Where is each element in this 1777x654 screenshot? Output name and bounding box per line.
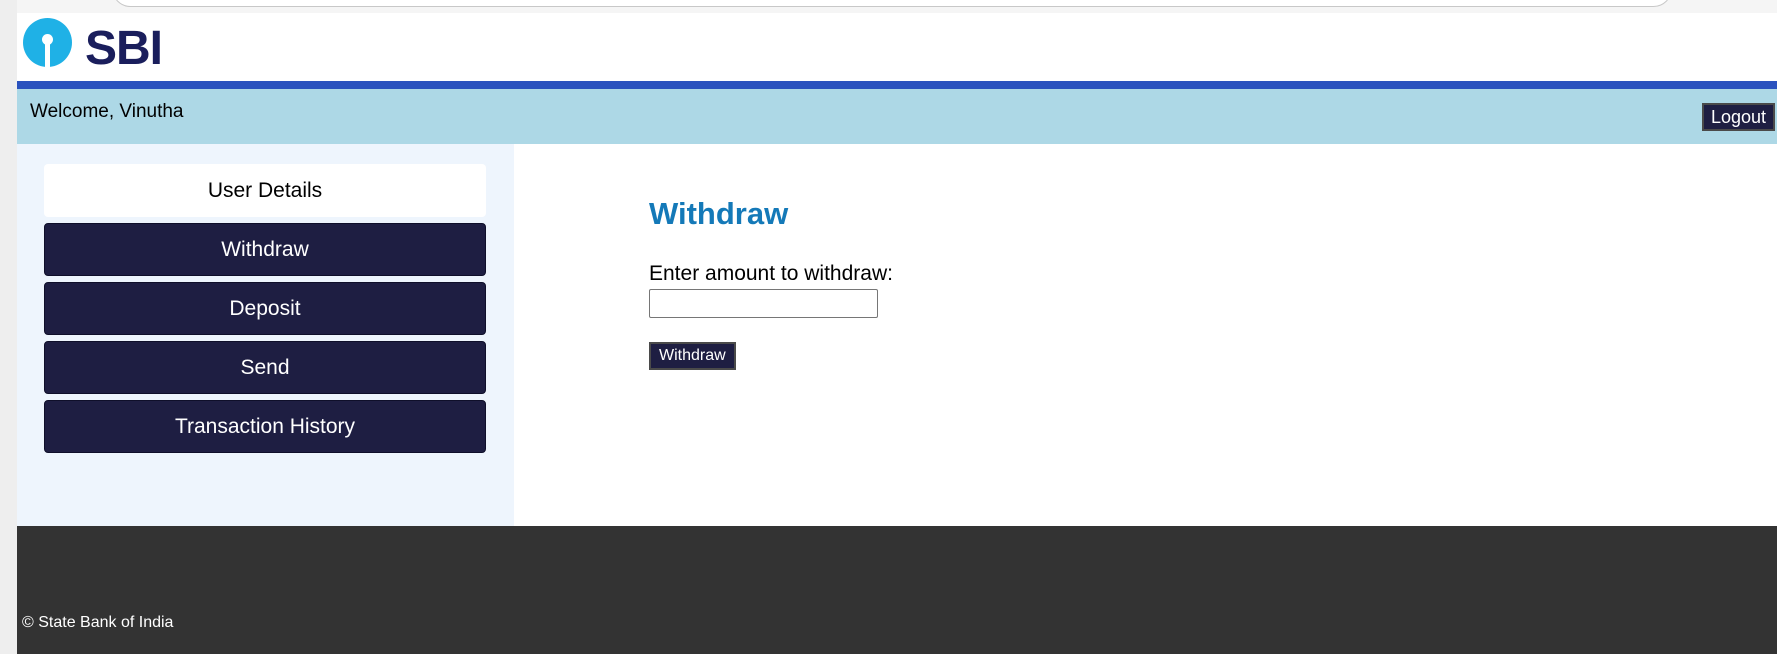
main-content: Withdraw Enter amount to withdraw: Withd…: [514, 144, 1777, 526]
sidebar-item-transaction-history[interactable]: Transaction History: [44, 400, 486, 453]
sbi-keyhole-logo-icon: [23, 18, 72, 67]
amount-input[interactable]: [649, 289, 878, 318]
page-title: Withdraw: [649, 196, 789, 231]
amount-label: Enter amount to withdraw:: [649, 262, 893, 285]
header-accent-bar: [17, 81, 1777, 89]
withdraw-submit-button[interactable]: Withdraw: [649, 342, 736, 370]
welcome-bar: Welcome, Vinutha Logout: [17, 89, 1777, 144]
sidebar-item-send[interactable]: Send: [44, 341, 486, 394]
address-bar[interactable]: [112, 0, 1672, 7]
copyright-text: © State Bank of India: [22, 614, 174, 631]
sidebar-item-deposit[interactable]: Deposit: [44, 282, 486, 335]
page: SBI Welcome, Vinutha Logout User Details…: [17, 13, 1777, 654]
logo-text: SBI: [85, 22, 163, 75]
browser-left-edge: [0, 0, 17, 654]
logout-button[interactable]: Logout: [1701, 103, 1775, 131]
logo-area: SBI: [17, 13, 1777, 81]
keyhole-stem: [45, 42, 50, 67]
sidebar: User Details Withdraw Deposit Send Trans…: [17, 144, 514, 526]
sidebar-item-user-details[interactable]: User Details: [44, 164, 486, 217]
sidebar-item-withdraw[interactable]: Withdraw: [44, 223, 486, 276]
welcome-text: Welcome, Vinutha: [30, 101, 184, 122]
footer: © State Bank of India: [17, 526, 1777, 654]
browser-top-edge: [17, 0, 1777, 13]
